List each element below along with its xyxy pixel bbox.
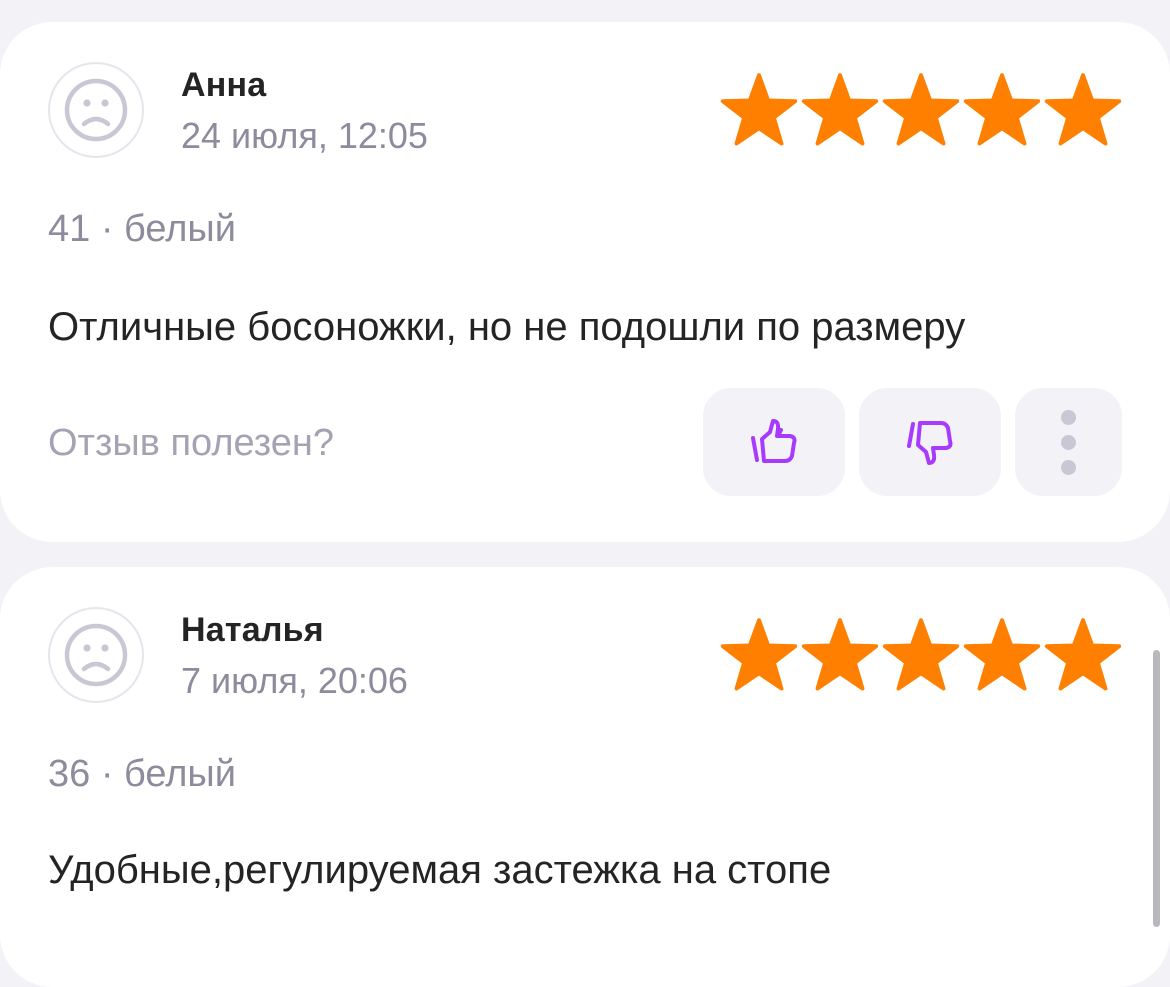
star-icon: [801, 73, 879, 146]
review-variant: 41 · белый: [48, 208, 236, 250]
thumbs-down-icon: [907, 421, 953, 465]
review-card: Анна 24 июля, 12:05 41 · белый Отличные …: [0, 22, 1170, 542]
sad-face-icon: [64, 623, 128, 687]
more-vertical-icon-dot: [1061, 434, 1076, 450]
star-icon: [720, 618, 798, 691]
more-vertical-icon-dot: [1061, 459, 1076, 475]
review-author: Анна: [181, 66, 267, 104]
more-options-button[interactable]: [1015, 388, 1122, 496]
dislike-button[interactable]: [859, 388, 1001, 496]
avatar: [48, 62, 144, 158]
more-vertical-icon: [1061, 409, 1076, 425]
star-icon: [882, 618, 960, 691]
avatar: [48, 607, 144, 703]
star-rating: [720, 617, 1122, 691]
review-author: Наталья: [181, 611, 324, 649]
scrollbar[interactable]: [1153, 650, 1160, 927]
sad-face-icon: [64, 78, 128, 142]
review-date: 7 июля, 20:06: [181, 660, 408, 701]
review-text: Отличные босоножки, но не подошли по раз…: [48, 305, 966, 349]
star-icon: [1044, 618, 1122, 691]
helpful-prompt: Отзыв полезен?: [48, 422, 335, 464]
like-button[interactable]: [703, 388, 845, 496]
star-icon: [963, 618, 1041, 691]
review-card: Наталья 7 июля, 20:06 36 · белый Удобные…: [0, 567, 1170, 987]
star-icon: [1044, 73, 1122, 146]
review-text: Удобные,регулируемая застежка на стопе: [48, 848, 832, 892]
star-icon: [882, 73, 960, 146]
review-variant: 36 · белый: [48, 753, 236, 795]
star-icon: [963, 73, 1041, 146]
thumbs-up-icon: [751, 419, 797, 463]
star-icon: [801, 618, 879, 691]
review-date: 24 июля, 12:05: [181, 115, 428, 156]
star-rating: [720, 72, 1122, 146]
star-icon: [720, 73, 798, 146]
